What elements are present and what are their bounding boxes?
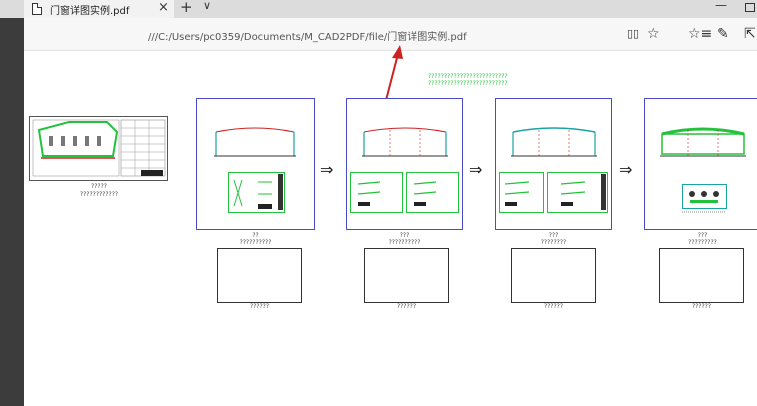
flow-arrow: ⇒ [469,160,483,179]
elevation-drawing [660,127,746,157]
detail-sheet [682,184,727,213]
output-box[interactable] [659,248,744,303]
output-caption: ?????? [543,303,564,310]
thumbnail-caption: ????? [91,183,107,190]
favorites-list-icon[interactable]: ☆≡ [688,27,712,41]
title-bar: 门窗详图实例.pdf × + ∨ — [0,0,757,18]
stage-caption: ??? [697,232,708,239]
annotation-line: ????????????????????????? [428,80,508,87]
detail-sheet [499,172,608,213]
annotation-text: ????????????????????????? ??????????????… [428,73,508,87]
notes-icon[interactable]: ✎ [717,27,729,41]
site-plan-thumbnail [29,116,168,181]
flow-arrow: ⇒ [320,160,334,179]
stage-subcaption: ????????? [688,239,717,246]
output-box[interactable] [364,248,449,303]
stage-subcaption: ???????? [540,239,567,246]
output-caption: ?????? [396,303,417,310]
detail-sheet [350,172,459,213]
tab-menu-icon[interactable]: ∨ [203,0,211,12]
maximize-icon[interactable] [745,3,755,12]
detail-sheet [228,172,285,213]
url-field[interactable]: ///C:/Users/pc0359/Documents/M_CAD2PDF/f… [148,28,467,43]
reading-view-icon[interactable]: ▯▯ [627,27,639,41]
output-box[interactable] [511,248,596,303]
output-caption: ?????? [691,303,712,310]
minimize-icon[interactable]: — [715,0,727,12]
stage-caption: ??? [399,232,410,239]
elevation-drawing [511,127,597,157]
stage-caption: ?? [252,232,259,239]
share-icon[interactable]: ⇱ [744,27,756,41]
close-tab-icon[interactable]: × [158,0,169,15]
annotation-line: ????????????????????????? [428,73,508,80]
left-strip [0,0,24,406]
stage-caption: ??? [548,232,559,239]
elevation-drawing [214,127,296,157]
tab-title[interactable]: 门窗详图实例.pdf [50,2,129,17]
favorite-icon[interactable]: ☆ [647,27,660,41]
stage-subcaption: ?????????? [388,239,421,246]
output-box[interactable] [217,248,302,303]
thumbnail-subcaption: ???????????? [79,191,119,198]
output-caption: ?????? [249,303,270,310]
new-tab-icon[interactable]: + [180,0,193,16]
flow-arrow: ⇒ [619,160,633,179]
elevation-drawing [362,127,448,157]
pdf-file-icon [32,3,42,15]
stage-subcaption: ?????????? [239,239,272,246]
